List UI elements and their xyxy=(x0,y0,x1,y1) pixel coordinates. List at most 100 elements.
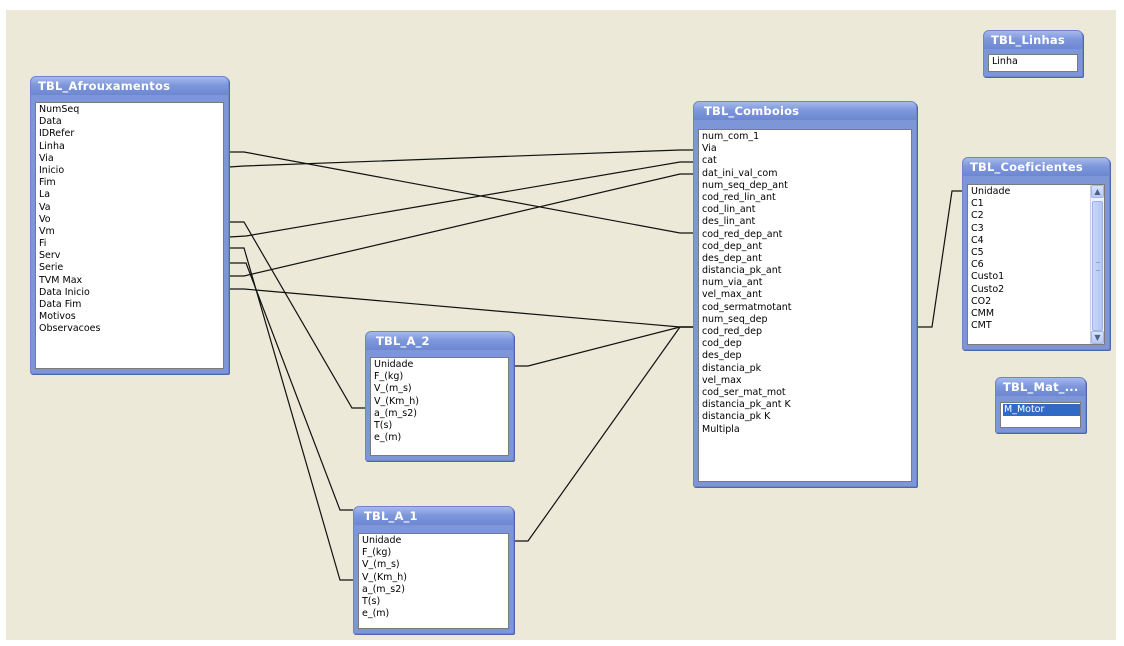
field-item[interactable]: Multipla xyxy=(701,424,911,436)
field-item[interactable]: Via xyxy=(38,153,223,165)
relationship-line-serie[interactable] xyxy=(229,288,693,328)
field-item[interactable]: Vo xyxy=(38,214,223,226)
field-item[interactable]: Unidade xyxy=(361,535,508,547)
table-title[interactable]: TBL_Mat_... xyxy=(996,378,1085,396)
field-item[interactable]: Custo2 xyxy=(970,284,1104,296)
field-item[interactable]: e_(m) xyxy=(361,608,508,620)
field-item[interactable]: IDRefer xyxy=(38,128,223,140)
field-item[interactable]: T(s) xyxy=(373,420,508,432)
scroll-up-icon[interactable]: ▲ xyxy=(1091,185,1104,198)
field-item[interactable]: C5 xyxy=(970,247,1104,259)
field-item[interactable]: Data xyxy=(38,116,223,128)
field-item[interactable]: a_(m_s2) xyxy=(361,584,508,596)
field-item[interactable]: V_(m_s) xyxy=(373,383,508,395)
table-title[interactable]: TBL_A_1 xyxy=(354,507,513,525)
field-item[interactable]: V_(Km_h) xyxy=(361,572,508,584)
field-item[interactable]: a_(m_s2) xyxy=(373,408,508,420)
scroll-thumb[interactable] xyxy=(1092,201,1103,331)
field-item[interactable]: NumSeq xyxy=(38,104,223,116)
field-item[interactable]: cod_ser_mat_mot xyxy=(701,387,911,399)
table-title[interactable]: TBL_Coeficientes xyxy=(963,158,1109,176)
field-item[interactable]: cod_red_dep_ant xyxy=(701,229,911,241)
table-a-1[interactable]: TBL_A_1 Unidade F_(kg) V_(m_s) V_(Km_h) a_(m… xyxy=(353,506,514,634)
field-item[interactable]: Linha xyxy=(991,56,1077,68)
field-item[interactable]: T(s) xyxy=(361,596,508,608)
relationship-line-vm[interactable] xyxy=(229,247,353,581)
field-item[interactable]: Fim xyxy=(38,177,223,189)
field-list[interactable]: Unidade F_(kg) V_(m_s) V_(Km_h) a_(m_s2) T(s)… xyxy=(370,357,509,456)
field-item[interactable]: C2 xyxy=(970,210,1104,222)
field-item[interactable]: distancia_pk_ant xyxy=(701,265,911,277)
field-item[interactable]: F_(kg) xyxy=(373,371,508,383)
relationship-line-serv-a1[interactable] xyxy=(229,262,353,511)
field-item[interactable]: cod_red_lin_ant xyxy=(701,192,911,204)
field-item[interactable]: M_Motor xyxy=(1003,404,1080,417)
field-item[interactable]: Motivos xyxy=(38,311,223,323)
field-item[interactable]: V_(m_s) xyxy=(361,559,508,571)
field-item[interactable]: CO2 xyxy=(970,296,1104,308)
field-item[interactable]: C3 xyxy=(970,223,1104,235)
field-item[interactable]: vel_max_ant xyxy=(701,289,911,301)
table-title[interactable]: TBL_Linhas xyxy=(984,31,1082,49)
field-item[interactable]: V_(Km_h) xyxy=(373,396,508,408)
field-item[interactable]: e_(m) xyxy=(373,432,508,444)
table-mat[interactable]: TBL_Mat_... M_Motor xyxy=(995,377,1086,433)
field-item[interactable]: CMT xyxy=(970,320,1104,332)
field-item[interactable]: F_(kg) xyxy=(361,547,508,559)
field-item[interactable]: des_dep_ant xyxy=(701,253,911,265)
scroll-down-icon[interactable]: ▼ xyxy=(1091,331,1104,344)
field-item[interactable]: cod_lin_ant xyxy=(701,204,911,216)
field-item[interactable]: La xyxy=(38,189,223,201)
field-item[interactable]: C1 xyxy=(970,198,1104,210)
field-item[interactable]: dat_ini_val_com xyxy=(701,168,911,180)
field-item[interactable]: Linha xyxy=(38,141,223,153)
field-item[interactable]: vel_max xyxy=(701,375,911,387)
table-afrouxamentos[interactable]: TBL_Afrouxamentos NumSeq Data IDRefer Linha… xyxy=(30,76,229,374)
field-item[interactable]: Observacoes xyxy=(38,323,223,335)
field-item[interactable]: Data Fim xyxy=(38,299,223,311)
field-list[interactable]: M_Motor xyxy=(1000,402,1081,428)
field-item[interactable]: num_seq_dep_ant xyxy=(701,180,911,192)
table-title[interactable]: TBL_Afrouxamentos xyxy=(31,77,228,95)
relationship-line-serv[interactable] xyxy=(229,173,693,277)
field-item[interactable]: cod_sermatmotant xyxy=(701,302,911,314)
field-item[interactable]: cod_dep xyxy=(701,338,911,350)
field-item[interactable]: Inicio xyxy=(38,165,223,177)
relationship-line-a1[interactable] xyxy=(514,326,693,542)
table-title[interactable]: TBL_A_2 xyxy=(366,332,513,350)
field-item[interactable]: Va xyxy=(38,202,223,214)
field-item[interactable]: Unidade xyxy=(970,186,1104,198)
field-item[interactable]: cat xyxy=(701,155,911,167)
field-item[interactable]: Serv xyxy=(38,250,223,262)
field-item[interactable]: num_seq_dep xyxy=(701,314,911,326)
field-item[interactable]: des_lin_ant xyxy=(701,216,911,228)
table-a-2[interactable]: TBL_A_2 Unidade F_(kg) V_(m_s) V_(Km_h) a_(m… xyxy=(365,331,514,461)
field-item[interactable]: cod_dep_ant xyxy=(701,241,911,253)
field-item[interactable]: distancia_pk xyxy=(701,363,911,375)
field-list[interactable]: NumSeq Data IDRefer Linha Via Inicio Fim La Va Vo… xyxy=(35,102,224,369)
field-item[interactable]: Custo1 xyxy=(970,271,1104,283)
relationship-line-coeficientes[interactable] xyxy=(917,190,966,328)
field-list[interactable]: Linha xyxy=(988,54,1078,72)
field-item[interactable]: Data Inicio xyxy=(38,287,223,299)
field-item[interactable]: C6 xyxy=(970,259,1104,271)
field-item[interactable]: Vm xyxy=(38,226,223,238)
table-title[interactable]: TBL_Comboios xyxy=(694,102,916,120)
field-item[interactable]: num_via_ant xyxy=(701,277,911,289)
relationship-line-via[interactable] xyxy=(228,149,693,168)
field-item[interactable]: Serie xyxy=(38,262,223,274)
field-item[interactable]: C4 xyxy=(970,235,1104,247)
table-linhas[interactable]: TBL_Linhas Linha xyxy=(983,30,1083,77)
field-item[interactable]: Via xyxy=(701,143,911,155)
field-item[interactable]: CMM xyxy=(970,308,1104,320)
relationship-line-va[interactable] xyxy=(229,221,365,409)
field-item[interactable]: cod_red_dep xyxy=(701,326,911,338)
field-list[interactable]: num_com_1 Via cat dat_ini_val_com num_seq_de… xyxy=(698,129,912,482)
field-list[interactable]: Unidade C1 C2 C3 C4 C5 C6 Custo1 Custo2 CO2 CMM CMT… xyxy=(967,184,1105,345)
field-item[interactable]: des_dep xyxy=(701,350,911,362)
field-item[interactable]: distancia_pk_ant K xyxy=(701,399,911,411)
field-item[interactable]: TVM Max xyxy=(38,275,223,287)
field-list[interactable]: Unidade F_(kg) V_(m_s) V_(Km_h) a_(m_s2) T(s)… xyxy=(358,533,509,629)
field-item[interactable]: Fi xyxy=(38,238,223,250)
vertical-scrollbar[interactable]: ▲ ▼ xyxy=(1090,185,1104,344)
